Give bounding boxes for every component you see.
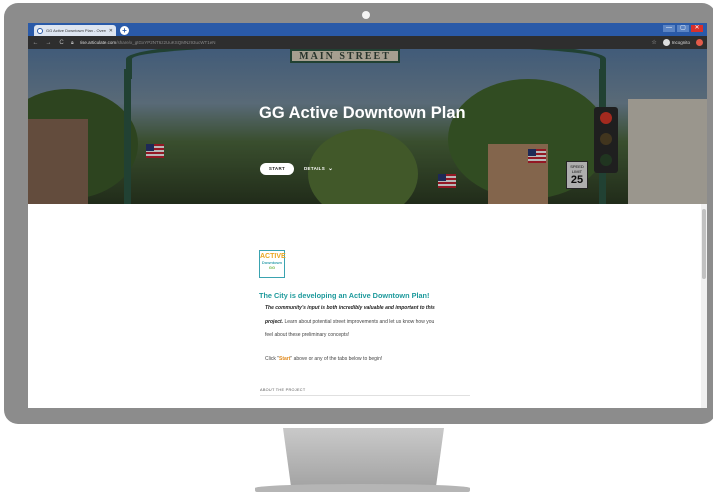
- chevron-down-icon: ⌄: [328, 166, 334, 172]
- browser-screen: GG Active Downtown Plan - Overview ✕ + —…: [28, 23, 707, 408]
- tab-close-icon[interactable]: ✕: [109, 28, 113, 34]
- url-host: rise.articulate.com: [79, 40, 117, 45]
- details-label: DETAILS: [304, 166, 326, 171]
- main-content: ACTIVE Downtown GG The City is developin…: [28, 204, 700, 408]
- back-arrow-icon[interactable]: ←: [32, 40, 39, 46]
- about-section-label: ABOUT THE PROJECT: [260, 388, 306, 392]
- new-tab-button[interactable]: +: [120, 26, 129, 35]
- intro-line-1: The community's input is both incredibly…: [265, 305, 435, 311]
- details-button[interactable]: DETAILS ⌄: [304, 165, 333, 172]
- browser-tab[interactable]: GG Active Downtown Plan - Overview ✕: [34, 25, 116, 36]
- page-title: GG Active Downtown Plan: [259, 104, 466, 122]
- scrollbar-thumb[interactable]: [702, 209, 706, 279]
- monitor-base: [255, 484, 470, 492]
- section-heading: The City is developing an Active Downtow…: [259, 291, 430, 300]
- bookmark-star-icon[interactable]: ☆: [651, 39, 656, 46]
- window-controls: — ▢ ✕: [663, 25, 703, 32]
- monitor-frame: GG Active Downtown Plan - Overview ✕ + —…: [4, 3, 713, 424]
- close-window-button[interactable]: ✕: [691, 25, 703, 32]
- intro-line-3: feel about these preliminary concepts!: [265, 332, 350, 338]
- minimize-button[interactable]: —: [663, 25, 675, 32]
- intro-text-2: Learn about potential street improvement…: [283, 319, 435, 325]
- extension-icon[interactable]: [696, 39, 703, 46]
- instruction-after: " above or any of the tabs below to begi…: [290, 356, 383, 362]
- monitor-stand: [283, 428, 444, 487]
- hero-overlay: [28, 49, 707, 204]
- intro-emphasis: The community's input is both incredibly…: [265, 305, 435, 311]
- intro-line-2: project. Learn about potential street im…: [265, 319, 434, 325]
- intro-emphasis-2: project.: [265, 319, 284, 325]
- incognito-icon: [662, 39, 670, 46]
- favicon-icon: [37, 27, 43, 34]
- logo-line-1: ACTIVE: [260, 253, 286, 260]
- instruction-line: Click "Start" above or any of the tabs b…: [265, 356, 382, 362]
- tab-title: GG Active Downtown Plan - Overview: [46, 28, 106, 33]
- hero-banner: MAIN STREET SPEED LIMIT 25 GG Active Dow…: [28, 49, 707, 204]
- lock-icon: 🔒︎: [71, 39, 74, 46]
- reload-icon[interactable]: C: [58, 40, 65, 46]
- incognito-label: Incognito: [671, 40, 690, 45]
- webcam: [362, 11, 370, 19]
- maximize-button[interactable]: ▢: [677, 25, 689, 32]
- url-path: /share/x_gtGxYP2NT6z2UuKSQMNz93ucWT1eN: [116, 40, 216, 45]
- forward-arrow-icon[interactable]: →: [45, 40, 52, 46]
- instruction-start-link[interactable]: Start: [279, 356, 290, 362]
- start-button[interactable]: START: [260, 163, 294, 175]
- divider: [260, 395, 470, 396]
- browser-toolbar: ← → C 🔒︎ rise.articulate.com/share/x_gtG…: [28, 36, 707, 49]
- incognito-indicator[interactable]: Incognito: [662, 39, 690, 46]
- tab-strip: GG Active Downtown Plan - Overview ✕ + —…: [28, 23, 707, 36]
- active-downtown-logo: ACTIVE Downtown GG: [259, 250, 286, 278]
- instruction-before: Click ": [265, 356, 279, 362]
- address-bar[interactable]: rise.articulate.com/share/x_gtGxYP2NT6z2…: [80, 40, 646, 45]
- logo-line-3: GG: [268, 265, 276, 270]
